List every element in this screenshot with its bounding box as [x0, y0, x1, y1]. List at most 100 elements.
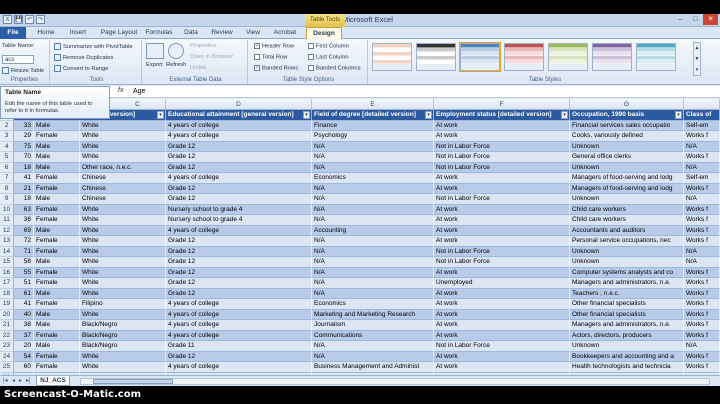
cell-education[interactable]: Grade 12 — [166, 162, 312, 173]
cell-field-of-degree[interactable]: Business Management and Administ — [312, 362, 434, 373]
cell-occupation[interactable]: Actors, directors, producers — [570, 330, 684, 341]
last-sheet-icon[interactable]: ▸| — [26, 377, 31, 384]
cell-sex[interactable]: Female — [34, 246, 80, 257]
cell-class-of-worker[interactable]: Works f — [684, 299, 720, 310]
filter-dropdown-icon[interactable]: ▾ — [425, 111, 432, 119]
row-header[interactable]: 24 — [0, 351, 14, 362]
table-header-cell[interactable]: Field of degree [detailed version] ▾ — [312, 110, 434, 121]
cell-class-of-worker[interactable]: Works f — [684, 362, 720, 373]
cell-race[interactable]: White — [80, 246, 166, 257]
cell-class-of-worker[interactable]: Works f — [684, 215, 720, 226]
cell-employment-status[interactable]: At work — [434, 225, 570, 236]
table-name-input[interactable]: acs — [2, 55, 34, 64]
cell-education[interactable]: Grade 12 — [166, 141, 312, 152]
row-header[interactable]: 23 — [0, 341, 14, 352]
cell-education[interactable]: Grade 12 — [166, 194, 312, 205]
table-row[interactable]: 36 Female White Nursery school to grade 4 N/… — [14, 215, 720, 226]
cell-race[interactable]: White — [80, 267, 166, 278]
cell-field-of-degree[interactable]: N/A — [312, 351, 434, 362]
cell-education[interactable]: Grade 12 — [166, 246, 312, 257]
row-header[interactable]: 14 — [0, 246, 14, 257]
cell-education[interactable]: 4 years of college — [166, 330, 312, 341]
resize-table-button[interactable]: Resize Table — [2, 67, 44, 74]
cell-race[interactable]: White — [80, 141, 166, 152]
table-row[interactable]: 29 Female White 4 years of college Psycholog… — [14, 131, 720, 142]
table-row[interactable]: 71 Female White Grade 12 N/A Not in Labor For… — [14, 246, 720, 257]
cell-age[interactable]: 18 — [14, 162, 34, 173]
header-row-checkbox[interactable]: ✓ Header Row — [254, 43, 294, 50]
table-row[interactable]: 54 Female White Grade 12 N/A At work Bookkeepe… — [14, 351, 720, 362]
cell-sex[interactable]: Female — [34, 173, 80, 184]
cell-class-of-worker[interactable]: Works f — [684, 152, 720, 163]
cell-occupation[interactable]: Unknown — [570, 194, 684, 205]
cell-occupation[interactable]: Other financial specialists — [570, 309, 684, 320]
table-row[interactable]: 63 Female White Nursery school to grade 4 N/… — [14, 204, 720, 215]
table-style-swatch[interactable] — [548, 43, 588, 71]
cell-race[interactable]: White — [80, 309, 166, 320]
properties-button[interactable]: Properties — [190, 43, 216, 49]
cell-field-of-degree[interactable]: N/A — [312, 194, 434, 205]
cell-class-of-worker[interactable]: Works f — [684, 278, 720, 289]
cell-sex[interactable]: Male — [34, 194, 80, 205]
cell-race[interactable]: Black/Negro — [80, 320, 166, 331]
horizontal-scrollbar[interactable] — [80, 378, 710, 385]
table-style-swatch[interactable] — [636, 43, 676, 71]
cell-sex[interactable]: Female — [34, 236, 80, 247]
cell-race[interactable]: Filipino — [80, 299, 166, 310]
remove-duplicates-button[interactable]: Remove Duplicates — [54, 54, 113, 61]
maximize-button[interactable]: □ — [688, 14, 703, 25]
cell-race[interactable]: White — [80, 152, 166, 163]
row-header[interactable]: 20 — [0, 309, 14, 320]
cell-education[interactable]: 4 years of college — [166, 320, 312, 331]
cell-field-of-degree[interactable]: Finance — [312, 120, 434, 131]
tab-formulas[interactable]: Formulas — [144, 27, 174, 39]
row-header[interactable]: 22 — [0, 330, 14, 341]
cell-age[interactable]: 41 — [14, 299, 34, 310]
cell-occupation[interactable]: Unknown — [570, 341, 684, 352]
cell-education[interactable]: Grade 12 — [166, 351, 312, 362]
table-header-cell[interactable]: Employment status [detailed version] ▾ — [434, 110, 570, 121]
cell-field-of-degree[interactable]: N/A — [312, 183, 434, 194]
cell-employment-status[interactable]: At work — [434, 236, 570, 247]
cell-employment-status[interactable]: At work — [434, 173, 570, 184]
banded-rows-checkbox[interactable]: ✓ Banded Rows — [254, 65, 298, 72]
cell-field-of-degree[interactable]: Psychology — [312, 131, 434, 142]
table-row[interactable]: 41 Female Filipino 4 years of college Econom… — [14, 299, 720, 310]
cell-race[interactable]: White — [80, 362, 166, 373]
cell-race[interactable]: Other race, n.e.c. — [80, 162, 166, 173]
cell-class-of-worker[interactable]: Works f — [684, 309, 720, 320]
table-row[interactable]: 41 Female Chinese 4 years of college Economi… — [14, 173, 720, 184]
cell-education[interactable]: Grade 12 — [166, 267, 312, 278]
cell-age[interactable]: 54 — [14, 351, 34, 362]
cell-occupation[interactable]: Unknown — [570, 257, 684, 268]
row-header[interactable]: 2 — [0, 120, 14, 131]
cell-class-of-worker[interactable]: N/A — [684, 341, 720, 352]
cell-race[interactable]: White — [80, 215, 166, 226]
table-row[interactable]: 51 Female White Grade 12 N/A Unemployed Manage… — [14, 278, 720, 289]
cell-age[interactable]: 38 — [14, 320, 34, 331]
cell-race[interactable]: Chinese — [80, 194, 166, 205]
cell-education[interactable]: 4 years of college — [166, 173, 312, 184]
cell-employment-status[interactable]: Not in Labor Force — [434, 257, 570, 268]
cell-sex[interactable]: Male — [34, 225, 80, 236]
table-row[interactable]: 58 Male White Grade 12 N/A Not in Labor Force… — [14, 257, 720, 268]
table-row[interactable]: 18 Male Chinese Grade 12 N/A Not in Labor For… — [14, 194, 720, 205]
cell-age[interactable]: 55 — [14, 267, 34, 278]
cell-age[interactable]: 58 — [14, 257, 34, 268]
cell-employment-status[interactable]: At work — [434, 320, 570, 331]
cell-class-of-worker[interactable]: N/A — [684, 246, 720, 257]
cell-field-of-degree[interactable]: Communications — [312, 330, 434, 341]
cell-occupation[interactable]: General office clerks — [570, 152, 684, 163]
cell-class-of-worker[interactable]: Works f — [684, 131, 720, 142]
filter-dropdown-icon[interactable]: ▾ — [561, 111, 568, 119]
cell-age[interactable]: 18 — [14, 194, 34, 205]
cell-race[interactable]: White — [80, 204, 166, 215]
cell-field-of-degree[interactable]: N/A — [312, 278, 434, 289]
banded-columns-checkbox[interactable]: Banded Columns — [308, 65, 360, 72]
export-button[interactable]: Export — [146, 62, 163, 68]
cell-education[interactable]: 4 years of college — [166, 362, 312, 373]
gallery-scroll[interactable]: ▲ ▼ ▾ — [693, 42, 701, 76]
table-row[interactable]: 75 Male White Grade 12 N/A Not in Labor Force… — [14, 141, 720, 152]
column-header-e[interactable]: E — [312, 99, 434, 110]
row-header[interactable]: 6 — [0, 162, 14, 173]
